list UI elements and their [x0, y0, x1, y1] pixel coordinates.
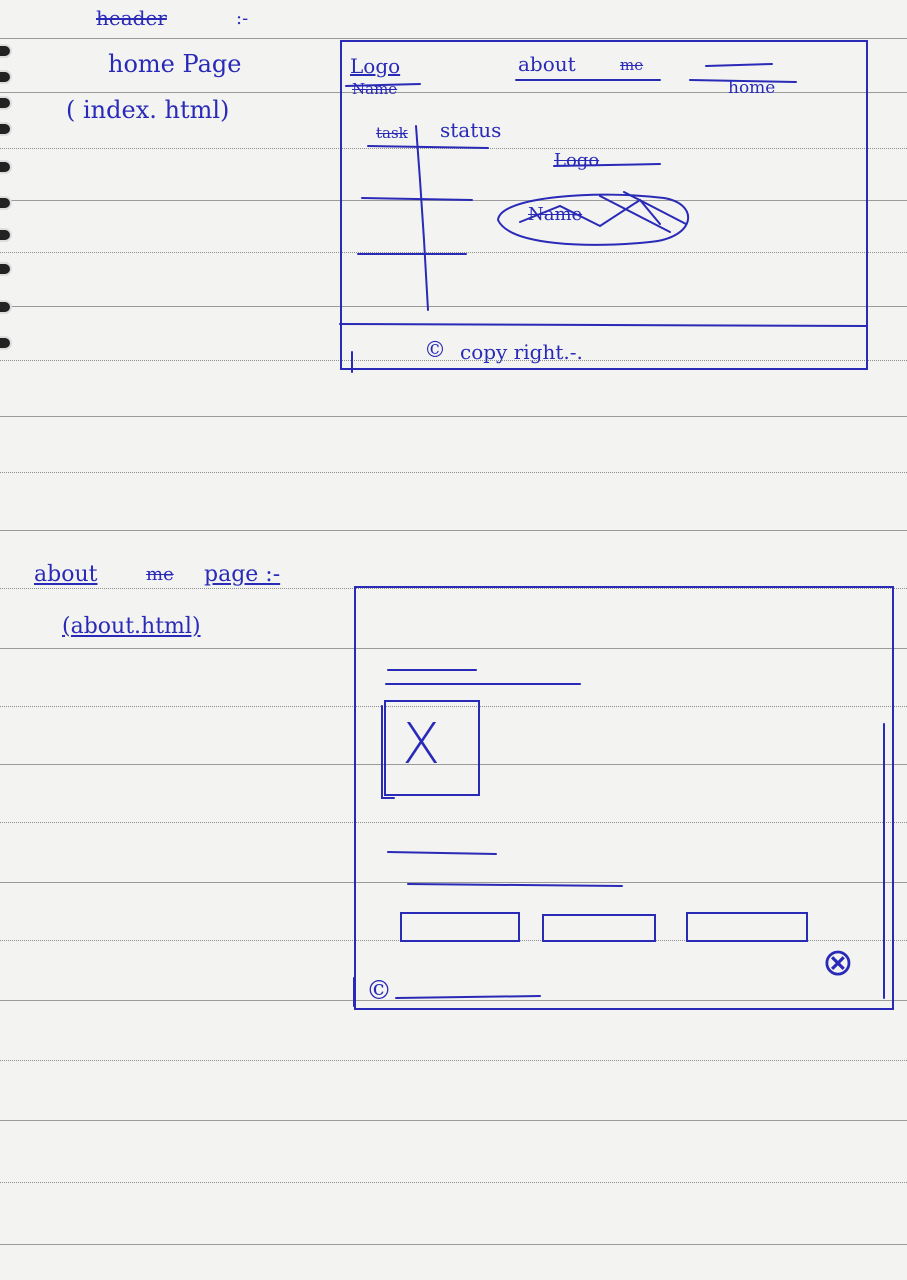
- sketch-strokes: [339, 63, 885, 1007]
